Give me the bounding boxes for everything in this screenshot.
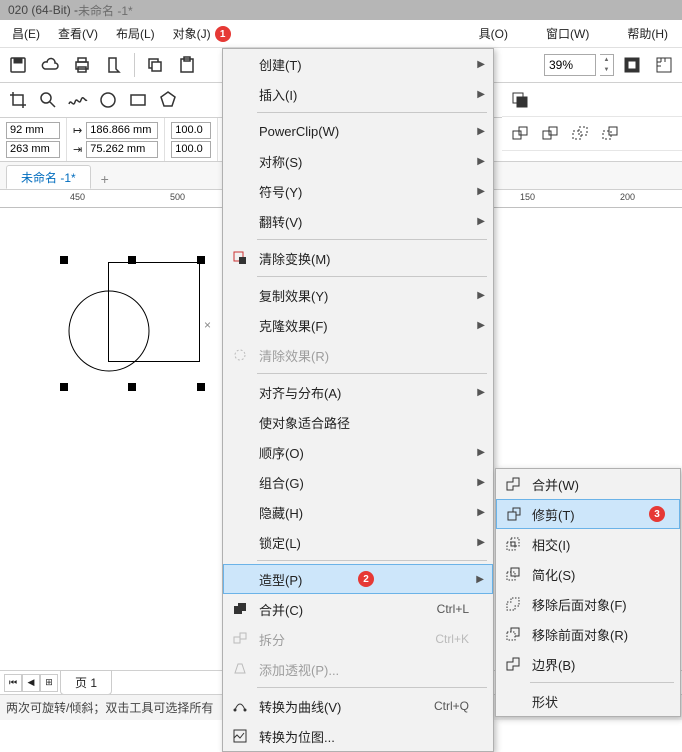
menu-powerclip[interactable]: PowerClip(W)▶ <box>223 116 493 146</box>
page-first-button[interactable]: ⏮ <box>4 674 22 692</box>
menu-hide[interactable]: 隐藏(H)▶ <box>223 497 493 527</box>
zoom-icon[interactable] <box>34 86 62 114</box>
menu-clear-trans[interactable]: 清除变换(M) <box>223 243 493 273</box>
menu-window[interactable]: 窗口(W) <box>538 21 597 46</box>
selection-handle[interactable] <box>60 256 68 264</box>
menu-tool[interactable]: 具(O) <box>471 21 516 46</box>
submenu-intersect[interactable]: 相交(I) <box>496 529 680 559</box>
selection-handle[interactable] <box>128 256 136 264</box>
menu-file[interactable]: 昌(E) <box>4 21 48 46</box>
menu-symbol[interactable]: 符号(Y)▶ <box>223 176 493 206</box>
preview-icon[interactable] <box>618 51 646 79</box>
copy-icon[interactable] <box>141 51 169 79</box>
menu-align[interactable]: 对齐与分布(A)▶ <box>223 377 493 407</box>
weld-tool-icon[interactable] <box>506 120 534 148</box>
zoom-level[interactable]: ▲▼ <box>544 54 614 76</box>
menu-create[interactable]: 创建(T)▶ <box>223 49 493 79</box>
submenu-shape[interactable]: 形状 <box>496 686 680 716</box>
selection-handle[interactable] <box>197 256 205 264</box>
selection-handle[interactable] <box>197 383 205 391</box>
rectangle-icon[interactable] <box>124 86 152 114</box>
menu-shaping[interactable]: 造型(P)2▶ <box>223 564 493 594</box>
simplify-tool-icon[interactable] <box>596 120 624 148</box>
menu-bar: 昌(E) 查看(V) 布局(L) 对象(J)1 具(O) 窗口(W) 帮助(H) <box>0 20 682 48</box>
page-add-button[interactable]: ⊞ <box>40 674 58 692</box>
object-menu-dropdown: 创建(T)▶ 插入(I)▶ PowerClip(W)▶ 对称(S)▶ 符号(Y)… <box>222 48 494 752</box>
selection-handle[interactable] <box>128 383 136 391</box>
doc-tab[interactable]: 未命名 -1* <box>6 165 91 189</box>
menu-order[interactable]: 顺序(O)▶ <box>223 437 493 467</box>
menu-view[interactable]: 查看(V) <box>50 21 106 46</box>
menu-to-bitmap[interactable]: 转换为位图... <box>223 721 493 751</box>
title-bar: 020 (64-Bit) - 未命名 -1* <box>0 0 682 20</box>
trim-tool-icon[interactable] <box>536 120 564 148</box>
badge-1: 1 <box>215 26 231 42</box>
page-tab[interactable]: 页 1 <box>60 670 112 695</box>
pos-x-input[interactable] <box>6 122 60 139</box>
height-input[interactable] <box>86 141 158 158</box>
badge-2: 2 <box>358 571 374 587</box>
add-tab-button[interactable]: + <box>95 169 115 189</box>
arrange-front-icon[interactable] <box>506 86 534 114</box>
freehand-icon[interactable] <box>64 86 92 114</box>
scale-x-input[interactable] <box>171 122 211 139</box>
menu-clear-effect: 清除效果(R) <box>223 340 493 370</box>
submenu-simplify[interactable]: 简化(S) <box>496 559 680 589</box>
menu-help[interactable]: 帮助(H) <box>619 21 676 46</box>
menu-break: 拆分Ctrl+K <box>223 624 493 654</box>
submenu-trim[interactable]: 修剪(T)3 <box>496 499 680 529</box>
menu-symmetry[interactable]: 对称(S)▶ <box>223 146 493 176</box>
page-prev-button[interactable]: ◀ <box>22 674 40 692</box>
menu-group[interactable]: 组合(G)▶ <box>223 467 493 497</box>
scale-y-input[interactable] <box>171 141 211 158</box>
title-version: 020 (64-Bit) - <box>8 3 78 17</box>
polygon-icon[interactable] <box>154 86 182 114</box>
submenu-front-minus[interactable]: 移除后面对象(F) <box>496 589 680 619</box>
menu-fit-path[interactable]: 使对象适合路径 <box>223 407 493 437</box>
menu-copy-effect[interactable]: 复制效果(Y)▶ <box>223 280 493 310</box>
title-doc: 未命名 -1* <box>78 2 133 19</box>
cloud-icon[interactable] <box>36 51 64 79</box>
menu-combine[interactable]: 合并(C)Ctrl+L <box>223 594 493 624</box>
menu-object[interactable]: 对象(J)1 <box>165 21 239 47</box>
export-icon[interactable] <box>100 51 128 79</box>
menu-layout[interactable]: 布局(L) <box>108 21 163 46</box>
intersect-tool-icon[interactable] <box>566 120 594 148</box>
rulers-icon[interactable] <box>650 51 678 79</box>
menu-insert[interactable]: 插入(I)▶ <box>223 79 493 109</box>
height-icon: ⇥ <box>73 143 82 156</box>
zoom-spinner[interactable]: ▲▼ <box>600 54 614 76</box>
width-input[interactable] <box>86 122 158 139</box>
selection-handle[interactable] <box>60 383 68 391</box>
status-text: 两次可旋转/倾斜；双击工具可选择所有 <box>6 699 213 716</box>
print-icon[interactable] <box>68 51 96 79</box>
right-tool-panel <box>502 83 682 155</box>
pos-y-input[interactable] <box>6 141 60 158</box>
submenu-weld[interactable]: 合并(W) <box>496 469 680 499</box>
badge-3: 3 <box>649 506 665 522</box>
paste-icon[interactable] <box>173 51 201 79</box>
menu-clone-effect[interactable]: 克隆效果(F)▶ <box>223 310 493 340</box>
width-icon: ↦ <box>73 124 82 137</box>
menu-to-curve[interactable]: 转换为曲线(V)Ctrl+Q <box>223 691 493 721</box>
selected-circle[interactable] <box>66 288 152 374</box>
submenu-boundary[interactable]: 边界(B) <box>496 649 680 679</box>
center-marker: × <box>204 318 211 332</box>
zoom-input[interactable] <box>544 54 596 76</box>
shaping-submenu: 合并(W) 修剪(T)3 相交(I) 简化(S) 移除后面对象(F) 移除前面对… <box>495 468 681 717</box>
ellipse-icon[interactable] <box>94 86 122 114</box>
crop-icon[interactable] <box>4 86 32 114</box>
menu-perspective: 添加透视(P)... <box>223 654 493 684</box>
menu-lock[interactable]: 锁定(L)▶ <box>223 527 493 557</box>
submenu-back-minus[interactable]: 移除前面对象(R) <box>496 619 680 649</box>
save-icon[interactable] <box>4 51 32 79</box>
menu-flip[interactable]: 翻转(V)▶ <box>223 206 493 236</box>
